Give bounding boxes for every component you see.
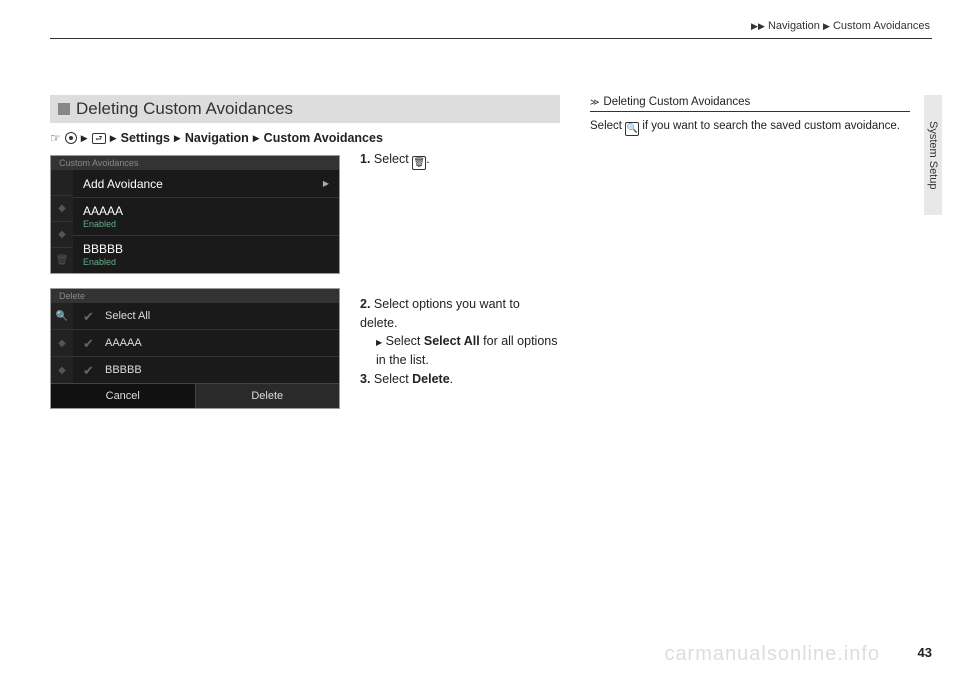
step-text: Select options you want to delete. [360, 297, 520, 330]
breadcrumb-segment: Navigation [768, 20, 820, 32]
step-number: 2. [360, 297, 370, 311]
delete-button: Delete [195, 383, 340, 408]
step-3: 3. Select Delete. [360, 370, 560, 389]
ss-left-column: 🔍 ◆ ◆ [51, 303, 73, 383]
scroll-dot-icon: ◆ [51, 222, 73, 248]
search-icon: 🔍 [51, 303, 73, 330]
trash-icon: 🗑 [412, 156, 426, 170]
divider [50, 38, 932, 39]
item-status: Enabled [83, 257, 329, 267]
side-tab-label: System Setup [927, 121, 939, 189]
chevron-right-icon: ▶ [323, 179, 329, 188]
triangle-icon: ▶ [81, 133, 88, 144]
square-bullet-icon [58, 103, 70, 115]
list-item: ✔ Select All [73, 303, 339, 330]
watermark: carmanualsonline.info [664, 643, 880, 666]
double-triangle-icon: ≫ [590, 97, 597, 108]
button-row: Cancel Delete [51, 383, 339, 408]
list-item: BBBBB Enabled [73, 236, 339, 273]
search-icon: 🔍 [625, 122, 639, 136]
step-text-after: . [426, 152, 429, 166]
home-button-icon [65, 132, 77, 144]
scroll-dot-icon [51, 170, 73, 196]
check-icon: ✔ [83, 364, 97, 376]
list-item: ✔ BBBBB [73, 357, 339, 383]
step-text: Select [374, 152, 412, 166]
section-title: Deleting Custom Avoidances [76, 99, 293, 119]
navigation-path: ☞ ▶ ⮐ ▶ Settings ▶ Navigation ▶ Custom A… [50, 131, 560, 145]
triangle-icon: ▶ [110, 133, 117, 144]
item-label: AAAAA [83, 204, 123, 218]
step-number: 1. [360, 152, 370, 166]
breadcrumb-segment: Custom Avoidances [833, 20, 930, 32]
step-number: 3. [360, 372, 370, 386]
page-number: 43 [918, 645, 932, 660]
back-button-icon: ⮐ [92, 133, 106, 144]
path-segment: Navigation [185, 131, 249, 145]
trash-icon: 🗑 [51, 248, 73, 273]
hand-icon: ☞ [50, 131, 61, 145]
item-label: AAAAA [105, 337, 142, 349]
item-label: BBBBB [105, 364, 142, 376]
item-label: BBBBB [83, 242, 123, 256]
step-2: 2. Select options you want to delete. ▶ … [360, 295, 560, 389]
check-icon: ✔ [83, 310, 97, 322]
path-segment: Settings [121, 131, 170, 145]
triangle-icon: ▶ [174, 133, 181, 144]
section-header: Deleting Custom Avoidances [50, 95, 560, 123]
item-status: Enabled [83, 219, 329, 229]
ss-title: Delete [51, 289, 339, 303]
list-item: AAAAA Enabled [73, 198, 339, 236]
item-label: Select All [105, 310, 150, 322]
path-segment: Custom Avoidances [264, 131, 383, 145]
breadcrumb: ▶▶ Navigation ▶ Custom Avoidances [751, 20, 930, 32]
side-tab: System Setup [924, 95, 942, 215]
ss-left-column: ◆ ◆ 🗑 [51, 170, 73, 273]
step-1: 1. Select 🗑. [360, 150, 560, 170]
scroll-dot-icon: ◆ [51, 330, 73, 357]
cancel-button: Cancel [51, 383, 195, 408]
list-item: ✔ AAAAA [73, 330, 339, 357]
triangle-icon: ▶ [376, 338, 382, 347]
triangle-icon: ▶ [253, 133, 260, 144]
ss-title: Custom Avoidances [51, 156, 339, 170]
check-icon: ✔ [83, 337, 97, 349]
step-subtext: ▶ Select Select All for all options in t… [360, 332, 560, 370]
screenshot-delete: Delete 🔍 ◆ ◆ ✔ Select All ✔ AAAAA ✔ BBBB… [50, 288, 340, 409]
sidebar-note: ≫ Deleting Custom Avoidances Select 🔍 if… [590, 96, 910, 136]
scroll-dot-icon: ◆ [51, 357, 73, 383]
screenshot-custom-avoidances: Custom Avoidances ◆ ◆ 🗑 Add Avoidance ▶ … [50, 155, 340, 274]
triangle-icon: ▶ [823, 21, 830, 31]
sidebar-title: Deleting Custom Avoidances [603, 96, 750, 108]
triangle-icon: ▶ [758, 21, 765, 31]
list-item: Add Avoidance ▶ [73, 170, 339, 198]
scroll-dot-icon: ◆ [51, 196, 73, 222]
triangle-icon: ▶ [751, 21, 758, 31]
item-label: Add Avoidance [83, 177, 163, 191]
